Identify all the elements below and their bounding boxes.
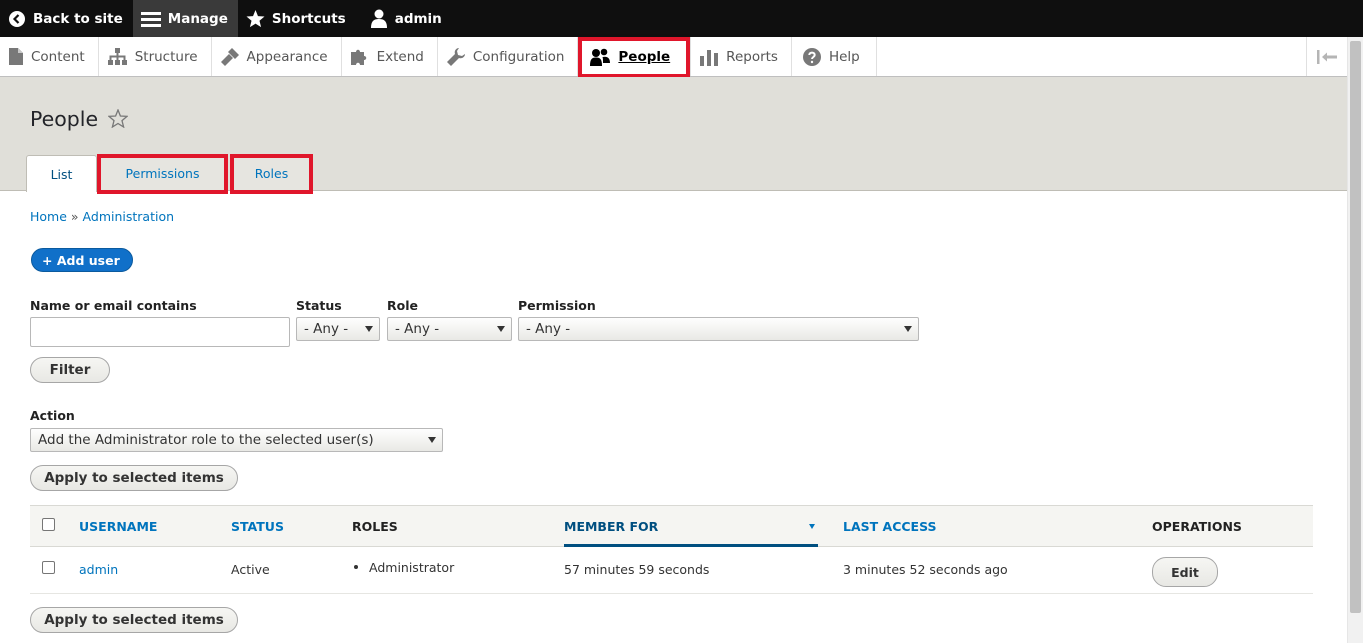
admin-menu-tray: Content Structure Appearance Extend Conf…	[0, 37, 1347, 78]
file-icon	[9, 48, 23, 65]
tray-item-label: Configuration	[472, 48, 565, 65]
tray-item-help[interactable]: Help	[792, 37, 877, 76]
table-row: admin Active Administrator 57 minutes 59…	[30, 547, 1313, 594]
paintbrush-icon	[220, 47, 239, 66]
status-cell: Active	[231, 562, 270, 577]
star-icon	[246, 9, 265, 27]
bullet-icon	[354, 564, 358, 569]
user-tab[interactable]: admin	[356, 0, 452, 37]
back-circle-icon	[9, 10, 25, 27]
add-user-button[interactable]: + Add user	[31, 248, 133, 272]
roles-cell: Administrator	[354, 560, 454, 575]
tray-item-reports[interactable]: Reports	[691, 37, 792, 76]
status-filter-value: - Any -	[304, 321, 349, 337]
puzzle-icon	[350, 49, 366, 65]
tab-list[interactable]: List	[26, 155, 97, 192]
primary-tabs: List Permissions Roles	[26, 154, 313, 194]
user-label: admin	[394, 10, 442, 27]
tray-item-label: Extend	[376, 48, 424, 65]
people-icon	[590, 48, 611, 66]
back-to-site-link[interactable]: Back to site	[0, 0, 133, 37]
permission-filter-value: - Any -	[526, 321, 571, 337]
apply-to-selected-button[interactable]: Apply to selected items	[30, 465, 238, 491]
breadcrumb-administration-link[interactable]: Administration	[83, 209, 174, 224]
tray-item-structure[interactable]: Structure	[99, 37, 212, 76]
tab-permissions[interactable]: Permissions	[97, 154, 228, 194]
username-link[interactable]: admin	[79, 562, 118, 577]
row-select-checkbox[interactable]	[42, 561, 55, 574]
table-header: USERNAME STATUS ROLES MEMBER FOR LAST AC…	[30, 505, 1313, 547]
edit-button[interactable]: Edit	[1152, 557, 1218, 587]
column-header-member-for[interactable]: MEMBER FOR	[564, 519, 658, 534]
tab-roles[interactable]: Roles	[230, 154, 313, 194]
scrollbar-thumb[interactable]	[1350, 41, 1361, 613]
column-header-last-access[interactable]: LAST ACCESS	[843, 519, 937, 534]
tray-item-label: Help	[828, 48, 860, 65]
role-filter-value: - Any -	[395, 321, 440, 337]
user-icon	[370, 9, 387, 28]
manage-tab[interactable]: Manage	[132, 0, 238, 37]
select-all-checkbox[interactable]	[42, 518, 55, 531]
name-filter-label: Name or email contains	[30, 298, 197, 313]
permission-filter-label: Permission	[518, 298, 596, 313]
status-filter-label: Status	[296, 298, 342, 313]
breadcrumb-separator: »	[70, 209, 79, 224]
permission-filter-select[interactable]: - Any -	[518, 317, 919, 341]
manage-label: Manage	[167, 10, 228, 27]
tray-item-appearance[interactable]: Appearance	[212, 37, 342, 76]
bar-chart-icon	[700, 49, 719, 66]
action-select[interactable]: Add the Administrator role to the select…	[30, 428, 443, 452]
page-header: People List Permissions Roles	[0, 77, 1347, 194]
help-icon	[802, 47, 821, 66]
chevron-down-icon	[365, 326, 373, 332]
column-header-operations: OPERATIONS	[1152, 519, 1242, 534]
role-item: Administrator	[369, 560, 455, 575]
chevron-down-icon	[497, 326, 505, 332]
status-filter-select[interactable]: - Any -	[296, 317, 380, 341]
apply-to-selected-button-bottom[interactable]: Apply to selected items	[30, 607, 238, 633]
breadcrumb-home-link[interactable]: Home	[30, 209, 67, 224]
star-outline-icon[interactable]	[108, 109, 128, 128]
tray-item-label: People	[618, 48, 671, 65]
name-filter-input[interactable]	[30, 317, 290, 347]
tray-item-people[interactable]: People	[578, 37, 692, 78]
hamburger-icon	[140, 11, 161, 27]
column-header-roles: ROLES	[352, 519, 398, 534]
column-header-status[interactable]: STATUS	[231, 519, 284, 534]
wrench-icon	[446, 47, 465, 66]
tray-item-label: Structure	[134, 48, 198, 65]
action-label: Action	[30, 408, 75, 423]
role-filter-select[interactable]: - Any -	[387, 317, 512, 341]
admin-toolbar: Back to site Manage Shortcuts admin	[0, 0, 1363, 37]
member-for-cell: 57 minutes 59 seconds	[564, 562, 710, 577]
action-select-value: Add the Administrator role to the select…	[38, 432, 374, 448]
collapse-left-icon	[1317, 49, 1337, 64]
page-title: People	[30, 107, 99, 131]
breadcrumb: Home » Administration	[30, 209, 174, 224]
tray-item-extend[interactable]: Extend	[342, 37, 438, 76]
tray-item-content[interactable]: Content	[0, 37, 99, 76]
tray-item-label: Appearance	[246, 48, 328, 65]
tray-item-configuration[interactable]: Configuration	[438, 37, 579, 76]
filter-button[interactable]: Filter	[30, 357, 110, 383]
shortcuts-label: Shortcuts	[271, 10, 346, 27]
role-filter-label: Role	[387, 298, 418, 313]
shortcuts-tab[interactable]: Shortcuts	[238, 0, 356, 37]
sort-descending-icon	[809, 524, 815, 529]
tray-item-label: Reports	[726, 48, 778, 65]
column-header-username[interactable]: USERNAME	[79, 519, 157, 534]
back-to-site-label: Back to site	[33, 10, 123, 27]
tray-orientation-toggle[interactable]	[1306, 37, 1347, 76]
chevron-down-icon	[428, 437, 436, 443]
sitemap-icon	[107, 48, 127, 65]
tray-item-label: Content	[31, 48, 85, 65]
last-access-cell: 3 minutes 52 seconds ago	[843, 562, 1008, 577]
chevron-down-icon	[904, 326, 912, 332]
vertical-scrollbar[interactable]	[1347, 37, 1363, 643]
